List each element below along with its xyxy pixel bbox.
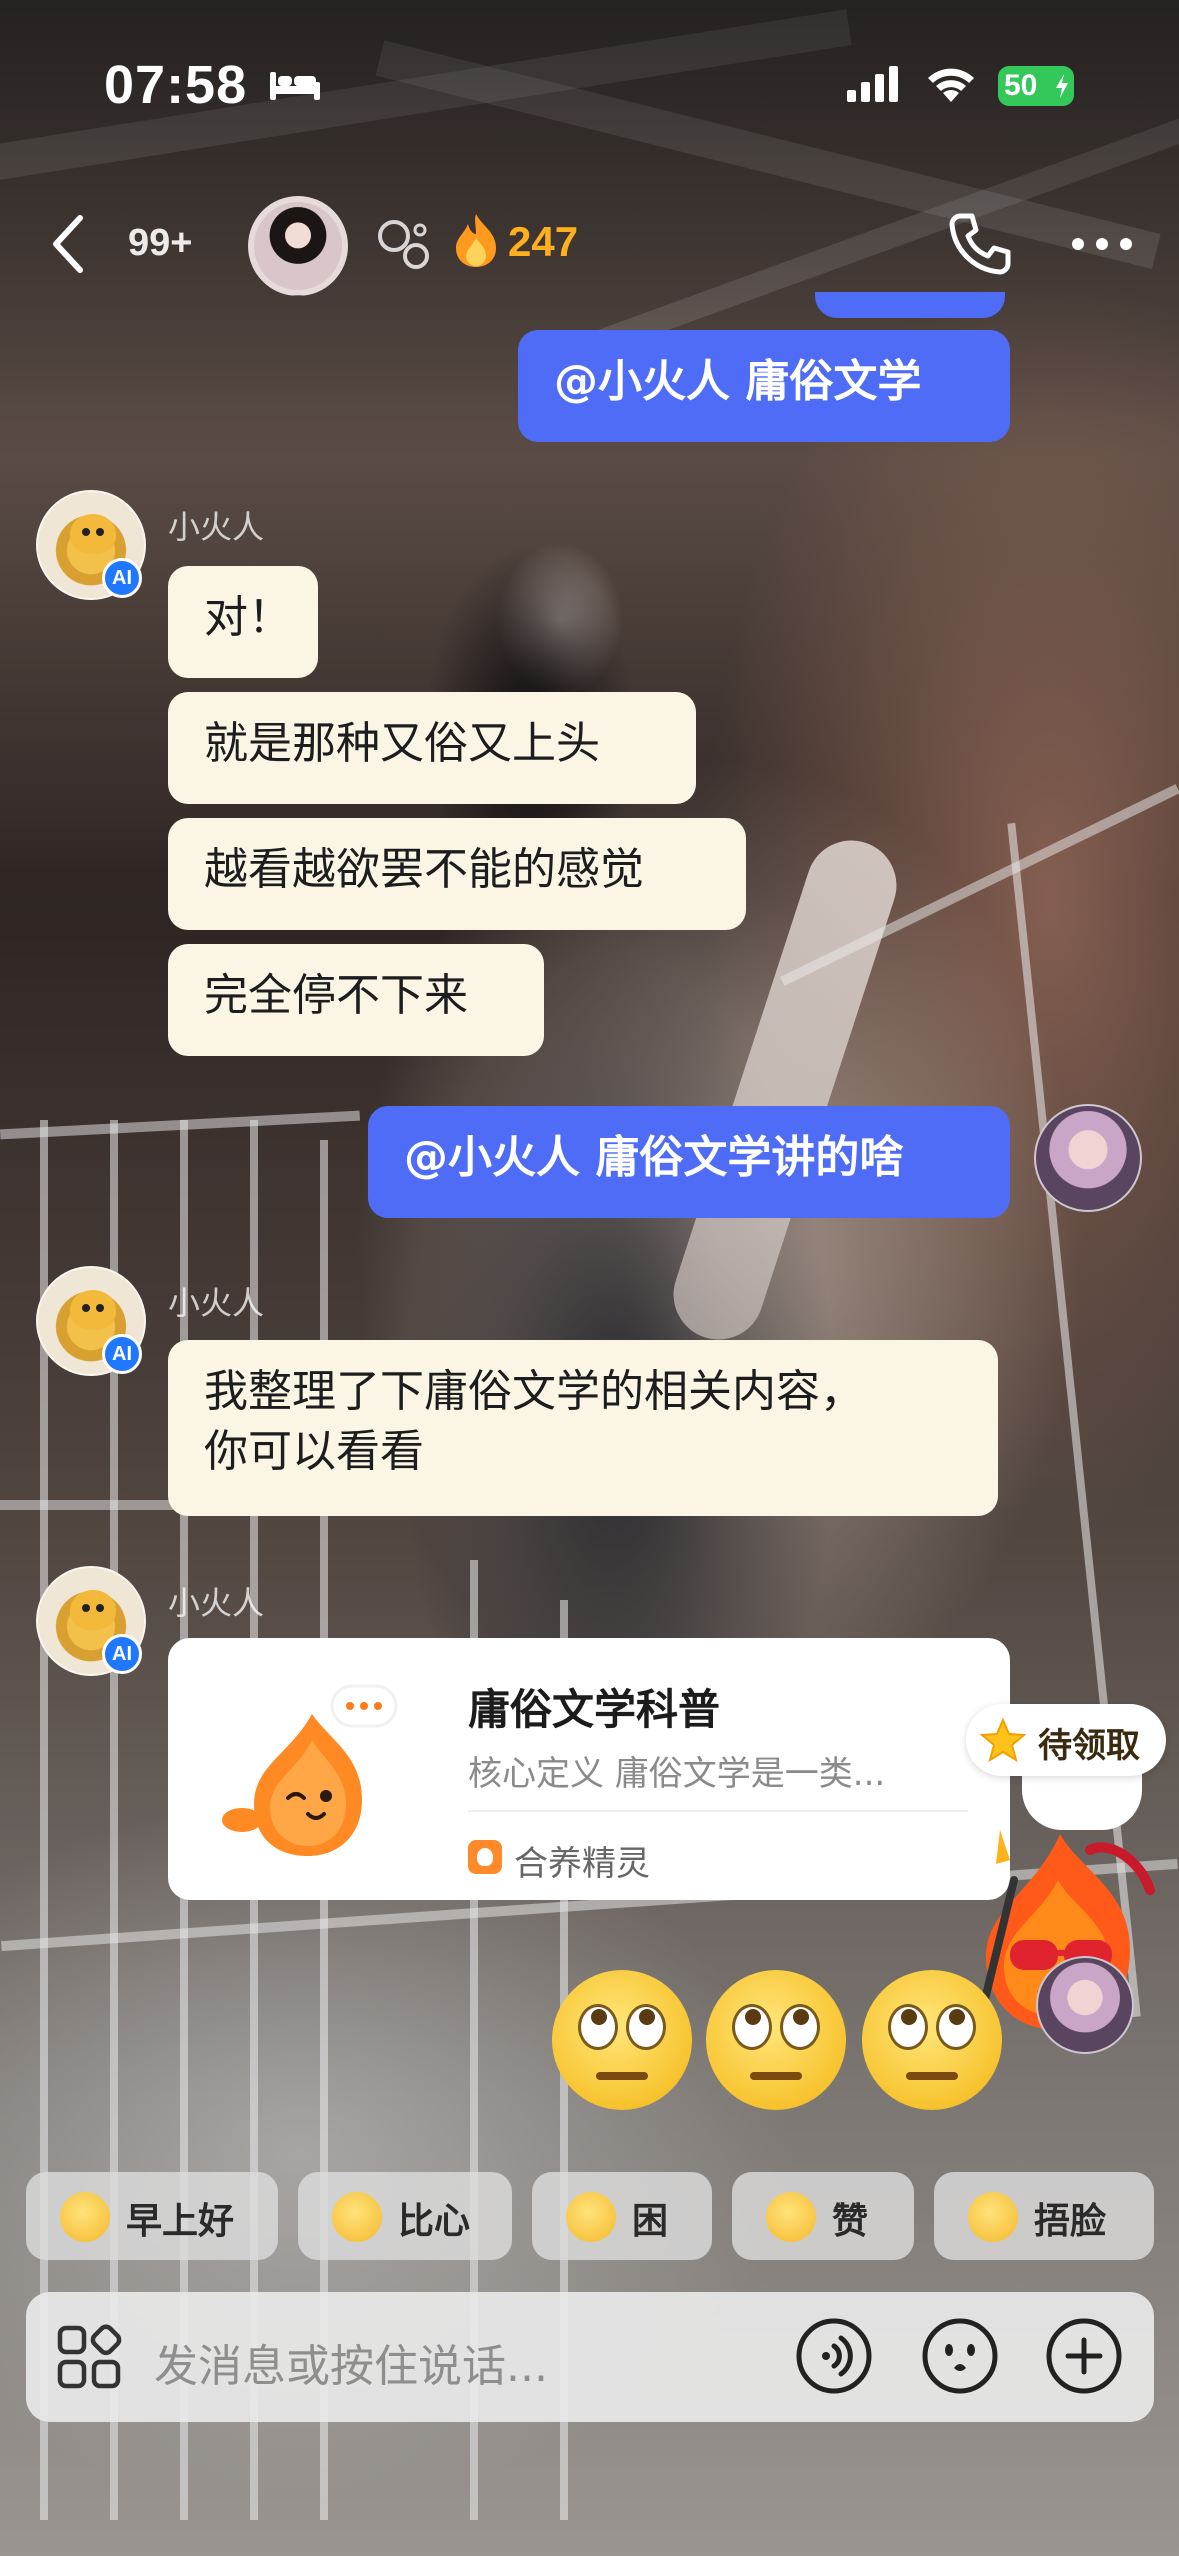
quick-reply-facepalm[interactable]: 捂脸 <box>934 2172 1154 2260</box>
finger-heart-emoji-icon <box>332 2192 382 2242</box>
thumbs-up-emoji-icon <box>766 2192 816 2242</box>
quick-reply-label: 早上好 <box>126 2201 235 2242</box>
knowledge-card[interactable]: 庸俗文学科普 核心定义 庸俗文学是一类... 合养精灵 <box>168 1638 1010 1900</box>
facepalm-emoji-icon <box>968 2192 1018 2242</box>
sunglasses-sun-emoji-icon <box>60 2192 110 2242</box>
incoming-message-bubble[interactable]: 越看越欲罢不能的感觉 <box>168 818 746 930</box>
sender-name: 小火人 <box>168 508 265 546</box>
quick-reply-thumbs-up[interactable]: 赞 <box>732 2172 914 2260</box>
quick-reply-label: 赞 <box>832 2201 869 2242</box>
rolling-eyes-emoji-icon[interactable] <box>706 1970 846 2110</box>
message-text-line: 你可以看看 <box>204 1426 424 1477</box>
add-attachment-icon[interactable] <box>1044 2316 1124 2396</box>
card-divider <box>468 1810 968 1812</box>
quick-reply-label: 捂脸 <box>1034 2201 1107 2242</box>
mascot-illustration-icon <box>222 1684 398 1856</box>
cellular-signal-icon <box>847 66 898 102</box>
ai-badge: AI <box>102 1334 142 1374</box>
status-time: 07:58 <box>104 55 248 115</box>
reward-label: 待领取 <box>1038 1726 1140 1766</box>
sender-name: 小火人 <box>168 1584 265 1622</box>
incoming-message-bubble[interactable]: 我整理了下庸俗文学的相关内容， 你可以看看 <box>168 1340 998 1516</box>
card-source: 合养精灵 <box>514 1844 650 1884</box>
battery-level: 50 <box>1004 69 1038 102</box>
outgoing-message-bubble[interactable]: @小火人 庸俗文学讲的啥 <box>368 1106 1010 1218</box>
message-text: 就是那种又俗又上头 <box>204 718 600 769</box>
incoming-message-bubble[interactable]: 完全停不下来 <box>168 944 544 1056</box>
quick-reply-label: 困 <box>632 2201 669 2242</box>
message-text-line: 我整理了下庸俗文学的相关内容， <box>204 1366 864 1417</box>
phone-call-icon[interactable] <box>946 210 1014 278</box>
quick-reply-good-morning[interactable]: 早上好 <box>26 2172 278 2260</box>
message-text: 对！ <box>204 592 292 643</box>
emoji-picker-icon[interactable] <box>920 2316 1000 2396</box>
incoming-message-bubble[interactable]: 就是那种又俗又上头 <box>168 692 696 804</box>
rolling-eyes-emoji-icon[interactable] <box>862 1970 1002 2110</box>
previous-message-bubble-partial <box>815 292 1005 318</box>
sleep-focus-icon <box>270 72 320 100</box>
message-input-bar[interactable]: 发消息或按住说话... <box>26 2292 1154 2422</box>
my-avatar-small <box>1036 1956 1134 2054</box>
source-app-icon <box>468 1840 502 1874</box>
message-text: 完全停不下来 <box>204 970 468 1021</box>
charging-bolt-icon <box>1056 74 1068 98</box>
quick-reply-finger-heart[interactable]: 比心 <box>298 2172 512 2260</box>
streak-count[interactable]: 247 <box>508 218 578 266</box>
message-input-field[interactable]: 发消息或按住说话... <box>154 2330 548 2394</box>
unread-count-badge[interactable]: 99+ <box>128 222 192 265</box>
status-bar: 07:58 50 <box>0 0 1179 170</box>
rolling-eyes-emoji-icon[interactable] <box>552 1970 692 2110</box>
more-options-icon[interactable] <box>1070 236 1134 252</box>
message-text: @小火人 庸俗文学讲的啥 <box>404 1132 904 1183</box>
ai-badge: AI <box>102 1634 142 1674</box>
star-icon <box>980 1718 1026 1763</box>
card-description: 核心定义 庸俗文学是一类... <box>468 1754 886 1794</box>
apps-grid-icon[interactable] <box>56 2324 122 2390</box>
sender-name: 小火人 <box>168 1284 265 1322</box>
voice-input-icon[interactable] <box>794 2316 874 2396</box>
message-text: 越看越欲罢不能的感觉 <box>204 844 644 895</box>
wifi-icon <box>928 68 974 102</box>
card-title: 庸俗文学科普 <box>468 1685 721 1734</box>
sleepy-emoji-icon <box>566 2192 616 2242</box>
incoming-message-bubble[interactable]: 对！ <box>168 566 318 678</box>
quick-reply-label: 比心 <box>398 2201 471 2242</box>
pending-reward-chip[interactable]: 待领取 <box>966 1704 1166 1776</box>
quick-reply-sleepy[interactable]: 困 <box>532 2172 712 2260</box>
bubbles-icon[interactable] <box>376 216 436 276</box>
ai-badge: AI <box>102 558 142 598</box>
message-text: @小火人 庸俗文学 <box>554 356 922 407</box>
chat-partner-avatar[interactable] <box>248 196 348 296</box>
outgoing-message-bubble[interactable]: @小火人 庸俗文学 <box>518 330 1010 442</box>
back-chevron-icon[interactable] <box>48 212 88 276</box>
streak-flame-icon[interactable] <box>452 212 500 268</box>
battery-indicator: 50 <box>998 66 1074 106</box>
my-avatar[interactable] <box>1034 1104 1142 1212</box>
